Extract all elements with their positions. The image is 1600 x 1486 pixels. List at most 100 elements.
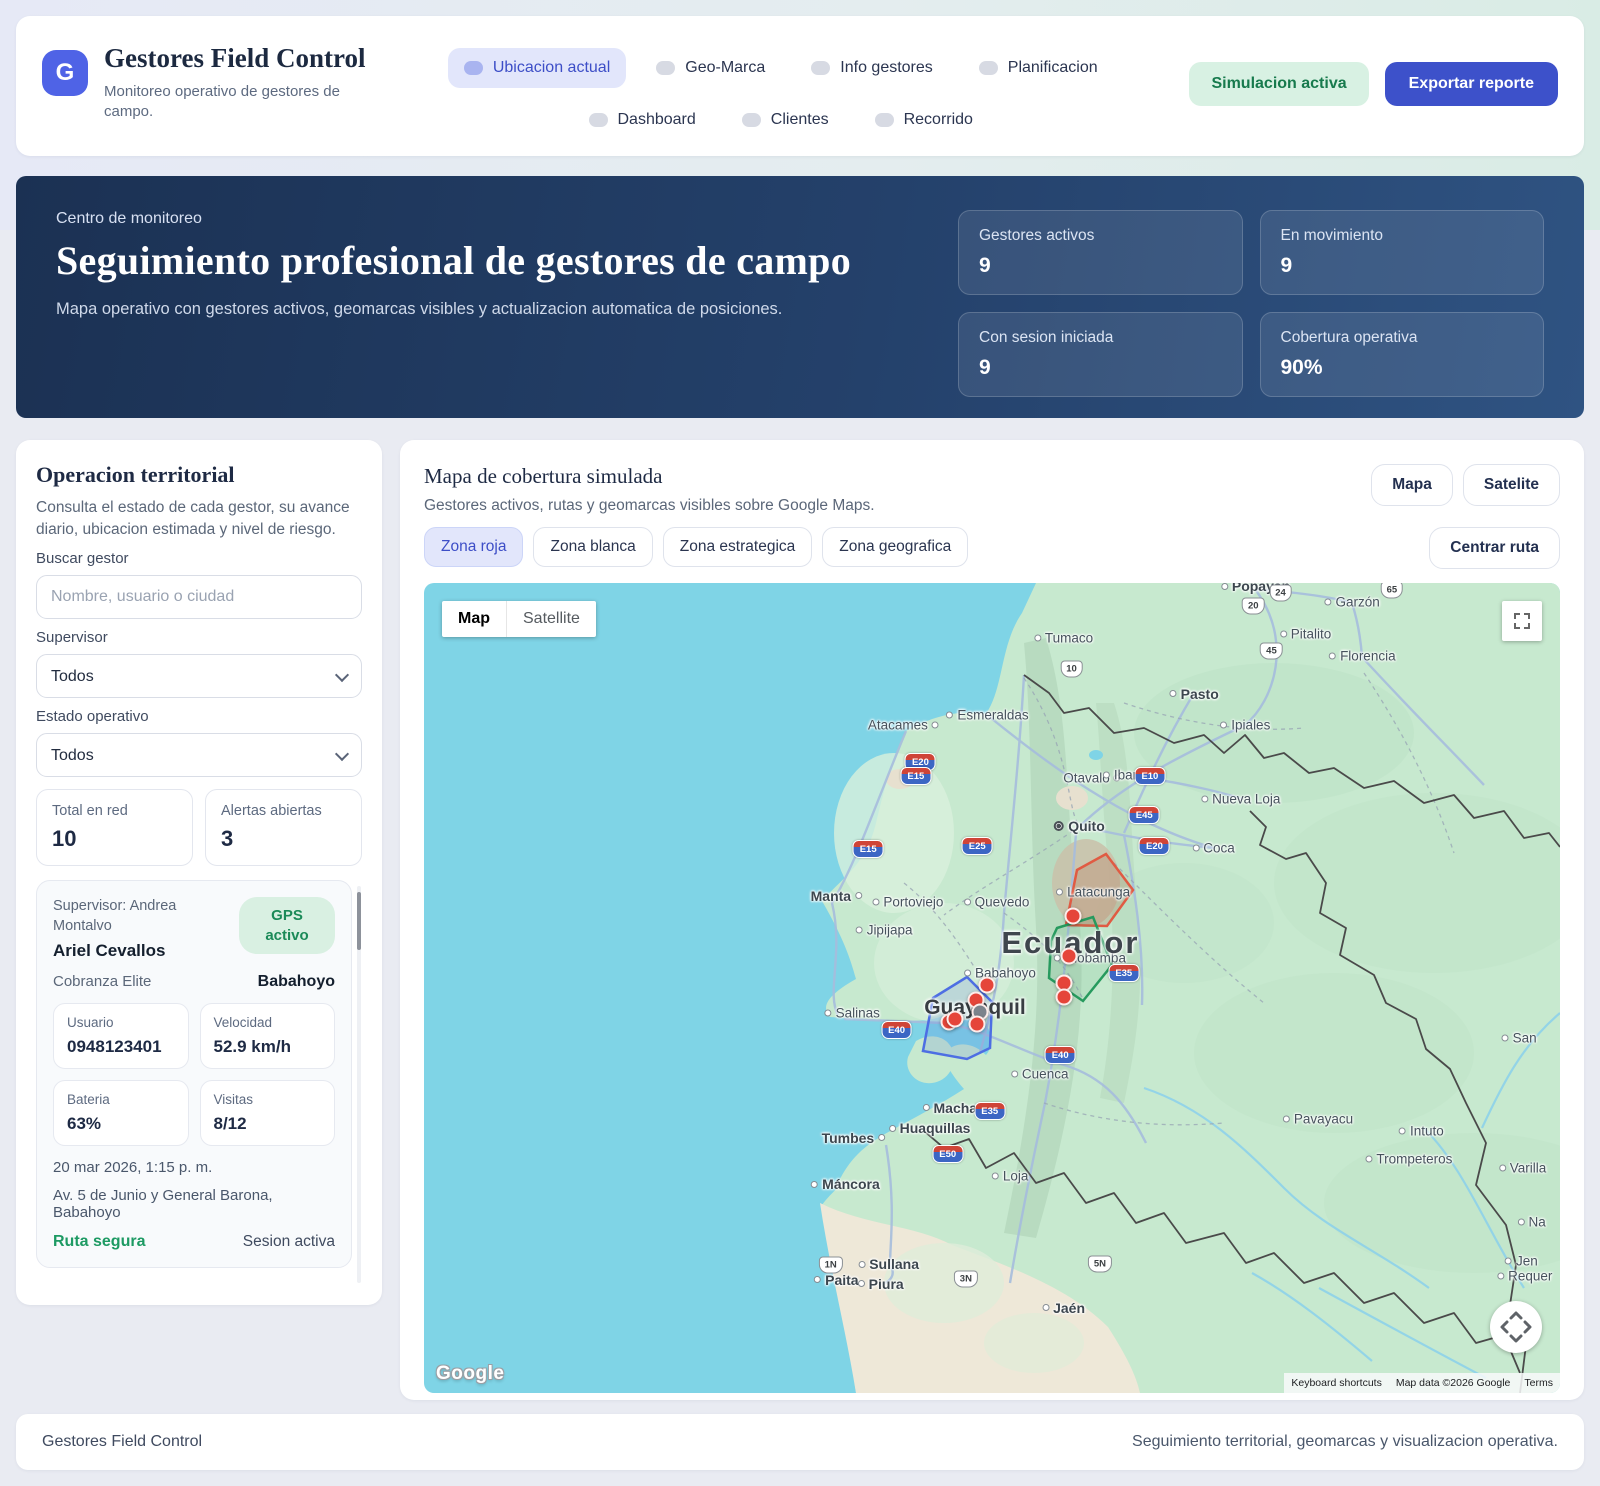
road-shield: E35 xyxy=(1108,964,1139,982)
zone-chip[interactable]: Zona roja xyxy=(424,527,523,567)
agent-address: Av. 5 de Junio y General Barona, Babahoy… xyxy=(53,1187,335,1221)
hero-stat-card: Cobertura operativa 90% xyxy=(1260,312,1545,397)
gps-status-badge: GPS activo xyxy=(239,897,335,954)
road-shield: E15 xyxy=(900,767,931,785)
map-city-label: Portoviejo xyxy=(872,895,943,910)
hero-subtitle: Mapa operativo con gestores activos, geo… xyxy=(56,300,928,319)
agent-list[interactable]: Supervisor: Andrea Montalvo Ariel Cevall… xyxy=(36,880,362,1283)
map-type-map-button[interactable]: Map xyxy=(442,601,506,637)
map-city-label: Garzón xyxy=(1324,594,1379,609)
map-city-label: Jen xyxy=(1505,1253,1538,1268)
city-dot-icon xyxy=(1499,1164,1506,1171)
city-dot-icon xyxy=(1505,1257,1512,1264)
city-dot-icon xyxy=(1280,631,1287,638)
supervisor-label: Supervisor xyxy=(36,629,362,646)
agent-marker[interactable] xyxy=(969,1015,986,1032)
nav-item[interactable]: Planificacion xyxy=(963,48,1114,88)
map-city-label: Atacames xyxy=(868,717,939,732)
mapa-view-button[interactable]: Mapa xyxy=(1371,464,1453,506)
satelite-view-button[interactable]: Satelite xyxy=(1463,464,1560,506)
nav-item[interactable]: Clientes xyxy=(726,100,845,140)
agent-name: Ariel Cevallos xyxy=(53,941,229,961)
fullscreen-icon xyxy=(1512,611,1532,631)
territory-sidebar: Operacion territorial Consulta el estado… xyxy=(16,440,382,1305)
map-city-label: Paita xyxy=(814,1272,858,1288)
agent-marker[interactable] xyxy=(1061,947,1078,964)
export-report-button[interactable]: Exportar reporte xyxy=(1385,62,1558,106)
agent-card[interactable]: Supervisor: Andrea Montalvo Ariel Cevall… xyxy=(36,880,352,1267)
agent-city: Babahoyo xyxy=(258,973,335,991)
nav-item[interactable]: Info gestores xyxy=(795,48,949,88)
zone-chip[interactable]: Zona estrategica xyxy=(663,527,812,567)
map-city-label: Manta xyxy=(811,888,862,904)
nav-item[interactable]: Recorrido xyxy=(859,100,989,140)
center-route-button[interactable]: Centrar ruta xyxy=(1429,527,1560,569)
nav-dot-icon xyxy=(979,61,998,75)
road-shield: E40 xyxy=(1045,1046,1076,1064)
map-city-label: Na xyxy=(1517,1215,1545,1230)
nav-item[interactable]: Ubicacion actual xyxy=(448,48,626,88)
nav-item[interactable]: Geo-Marca xyxy=(640,48,781,88)
map-city-label: Jipijapa xyxy=(856,922,913,937)
city-dot-icon xyxy=(825,1010,832,1017)
nav-item[interactable]: Dashboard xyxy=(573,100,712,140)
agent-marker[interactable] xyxy=(1064,907,1081,924)
zone-chip[interactable]: Zona blanca xyxy=(533,527,652,567)
map-city-label: Cuenca xyxy=(1011,1066,1069,1081)
agent-supervisor: Supervisor: Andrea Montalvo xyxy=(53,897,229,936)
google-logo: Google xyxy=(436,1363,504,1385)
city-dot-icon xyxy=(992,1172,999,1179)
hero-stat-card: En movimiento 9 xyxy=(1260,210,1545,295)
agent-timestamp: 20 mar 2026, 1:15 p. m. xyxy=(53,1159,335,1176)
map-city-label: Jaén xyxy=(1042,1300,1085,1316)
agent-marker[interactable] xyxy=(1055,988,1072,1005)
city-dot-icon xyxy=(855,892,862,899)
road-shield: 24 xyxy=(1269,584,1292,601)
simulation-status-badge[interactable]: Simulacion activa xyxy=(1189,62,1368,106)
nav-dot-icon xyxy=(589,113,608,127)
road-shield: E20 xyxy=(1139,837,1170,855)
agent-stat-visitas: Visitas 8/12 xyxy=(200,1080,336,1146)
map-city-label: Nueva Loja xyxy=(1201,792,1280,807)
footer-tagline: Seguimiento territorial, geomarcas y vis… xyxy=(1132,1433,1558,1451)
map-city-label: Loja xyxy=(992,1168,1029,1183)
city-dot-icon xyxy=(964,969,971,976)
city-dot-icon xyxy=(1502,1035,1509,1042)
map-panel-title: Mapa de cobertura simulada xyxy=(424,464,875,489)
agent-marker[interactable] xyxy=(946,1010,963,1027)
attribution-link[interactable]: Keyboard shortcuts xyxy=(1284,1373,1388,1393)
map-city-label: Trompeteros xyxy=(1365,1151,1452,1166)
brand: G Gestores Field Control Monitoreo opera… xyxy=(42,36,372,122)
road-shield: 1N xyxy=(819,1257,843,1274)
nav-dot-icon xyxy=(875,113,894,127)
road-shield: E45 xyxy=(1129,806,1160,824)
footer-brand: Gestores Field Control xyxy=(42,1433,202,1451)
city-dot-icon xyxy=(1329,652,1336,659)
pan-control[interactable] xyxy=(1490,1301,1542,1353)
city-dot-icon xyxy=(964,899,971,906)
fullscreen-button[interactable] xyxy=(1502,601,1542,641)
search-input[interactable] xyxy=(36,575,362,619)
attribution-link[interactable]: Terms xyxy=(1517,1373,1560,1393)
road-shield: E25 xyxy=(962,837,993,855)
city-dot-icon xyxy=(1056,888,1063,895)
city-dot-icon xyxy=(946,712,953,719)
zone-chip[interactable]: Zona geografica xyxy=(822,527,968,567)
road-shield: 20 xyxy=(1242,597,1265,614)
city-dot-icon xyxy=(1103,771,1110,778)
scrollbar-thumb[interactable] xyxy=(357,892,361,950)
estado-select[interactable]: Todos xyxy=(36,733,362,777)
agent-marker[interactable] xyxy=(979,976,996,993)
city-dot-icon xyxy=(1192,844,1199,851)
map-panel: Mapa de cobertura simulada Gestores acti… xyxy=(400,440,1584,1400)
map-type-satellite-button[interactable]: Satellite xyxy=(506,601,596,637)
nav-item-label: Info gestores xyxy=(840,59,933,77)
google-map[interactable]: Popayán Garzón Pitalito Florencia Tumaco… xyxy=(424,583,1560,1393)
attribution-link[interactable]: Map data ©2026 Google xyxy=(1389,1373,1518,1393)
agent-team: Cobranza Elite xyxy=(53,973,151,990)
city-dot-icon xyxy=(1324,598,1331,605)
sidebar-title: Operacion territorial xyxy=(36,462,362,488)
map-type-control: Map Satellite xyxy=(442,601,596,637)
supervisor-select[interactable]: Todos xyxy=(36,654,362,698)
zone-chips: Zona rojaZona blanca Zona estrategicaZona… xyxy=(424,527,968,567)
